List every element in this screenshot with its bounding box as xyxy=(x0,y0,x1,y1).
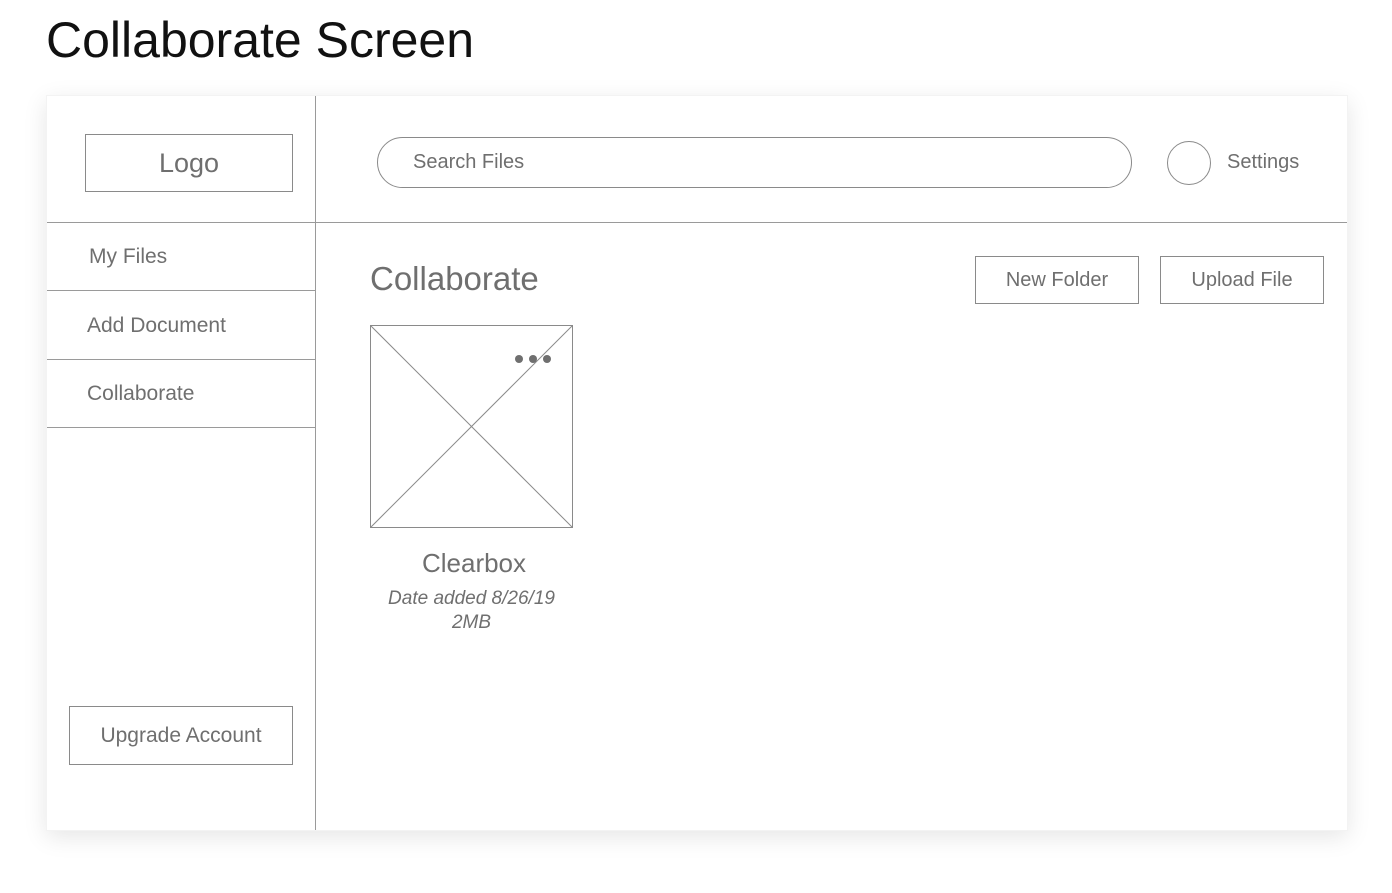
settings-link[interactable]: Settings xyxy=(1227,151,1299,174)
upgrade-account-button[interactable]: Upgrade Account xyxy=(69,706,293,765)
avatar-circle-icon[interactable] xyxy=(1167,141,1211,185)
logo-area: Logo xyxy=(47,96,315,223)
sidebar-item-label: Collaborate xyxy=(87,381,195,405)
app-window: Logo My Files Add Document Collaborate U… xyxy=(46,95,1348,831)
sidebar-item-collaborate[interactable]: Collaborate xyxy=(47,360,315,428)
search-input[interactable] xyxy=(377,137,1132,188)
sidebar-item-label: Add Document xyxy=(87,313,226,337)
sidebar: Logo My Files Add Document Collaborate U… xyxy=(47,96,316,830)
file-date-added: Date added 8/26/19 xyxy=(388,588,555,609)
new-folder-button[interactable]: New Folder xyxy=(975,256,1139,304)
upload-file-button[interactable]: Upload File xyxy=(1160,256,1324,304)
more-dots-icon[interactable] xyxy=(514,352,554,366)
sidebar-item-my-files[interactable]: My Files xyxy=(47,223,315,291)
file-size: 2MB xyxy=(451,612,492,633)
sidebar-item-label: My Files xyxy=(89,244,168,268)
file-name: Clearbox xyxy=(421,548,527,578)
content-title: Collaborate xyxy=(370,260,539,297)
sidebar-item-add-document[interactable]: Add Document xyxy=(47,292,315,360)
top-bar: Settings xyxy=(316,96,1347,223)
logo[interactable]: Logo xyxy=(85,134,293,192)
page-title: Collaborate Screen xyxy=(46,12,475,68)
